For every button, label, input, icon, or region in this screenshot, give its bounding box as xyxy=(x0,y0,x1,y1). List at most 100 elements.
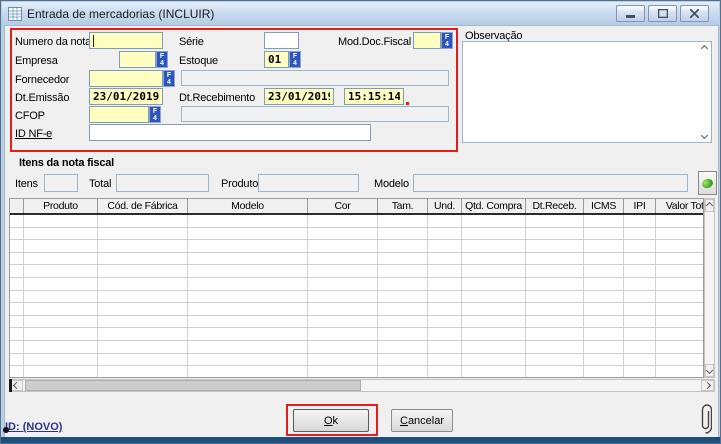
itens-count-field xyxy=(44,174,78,192)
paperclip-icon[interactable] xyxy=(699,403,712,435)
grid-cell xyxy=(584,228,624,240)
grid-row[interactable] xyxy=(10,341,704,354)
observacao-textarea[interactable] xyxy=(462,41,712,143)
grid-cell xyxy=(378,366,428,378)
grid-row[interactable] xyxy=(10,228,704,241)
grid-row[interactable] xyxy=(10,253,704,266)
estoque-input[interactable] xyxy=(264,51,289,68)
id-nfe-label[interactable]: ID NF-e xyxy=(15,128,52,140)
cfop-input[interactable] xyxy=(89,106,149,123)
grid-cell xyxy=(188,278,308,290)
estoque-f4-lookup-button[interactable]: F4 xyxy=(289,51,301,68)
grid-cell xyxy=(378,265,428,277)
grid-cell xyxy=(462,303,526,315)
grid-row[interactable] xyxy=(10,240,704,253)
grid-row[interactable] xyxy=(10,328,704,341)
titlebar[interactable]: Entrada de mercadorias (INCLUIR) xyxy=(2,2,719,25)
grid-cell xyxy=(624,303,656,315)
grid-cell xyxy=(10,303,24,315)
scroll-up-icon[interactable] xyxy=(701,45,708,52)
grid-cell xyxy=(10,253,24,265)
grid-cell xyxy=(10,291,24,303)
close-button[interactable] xyxy=(680,5,709,22)
red-dot-artifact xyxy=(406,102,409,105)
grid-row[interactable] xyxy=(10,265,704,278)
cfop-f4-lookup-button[interactable]: F4 xyxy=(149,106,161,123)
chevron-down-icon xyxy=(706,367,713,374)
grid-cell xyxy=(188,253,308,265)
empresa-input[interactable] xyxy=(119,51,156,68)
fornecedor-input[interactable] xyxy=(89,70,163,87)
grid-row[interactable] xyxy=(10,291,704,304)
grid-header-cell: ICMS xyxy=(584,199,624,213)
grid-cell xyxy=(462,265,526,277)
dt-emissao-label: Dt.Emissão xyxy=(15,92,69,104)
minimize-icon xyxy=(626,9,635,18)
grid-cell xyxy=(188,316,308,328)
grid-cell xyxy=(526,366,584,378)
search-product-button[interactable] xyxy=(698,171,717,195)
numero-da-nota-input[interactable] xyxy=(89,32,163,49)
dt-emissao-input[interactable] xyxy=(89,88,163,105)
grid-cell xyxy=(428,240,462,252)
grid-cell xyxy=(624,291,656,303)
grid-cell xyxy=(98,328,188,340)
observacao-scrollbar[interactable] xyxy=(698,43,711,141)
grid-cell xyxy=(24,316,98,328)
ok-button[interactable]: Ok xyxy=(293,409,369,432)
mod-doc-fiscal-f4-lookup-button[interactable]: F4 xyxy=(441,32,453,49)
grid-row[interactable] xyxy=(10,215,704,228)
grid-cell xyxy=(526,354,584,366)
dt-recebimento-date-input[interactable] xyxy=(264,88,334,105)
grid-header: ProdutoCód. de FábricaModeloCorTam.Und.Q… xyxy=(10,199,704,215)
total-label: Total xyxy=(89,178,111,190)
empresa-f4-lookup-button[interactable]: F4 xyxy=(156,51,168,68)
grid-cell xyxy=(24,366,98,378)
grid-cell xyxy=(98,240,188,252)
minimize-button[interactable] xyxy=(616,5,645,22)
mod-doc-fiscal-input[interactable] xyxy=(413,32,441,49)
grid-scroll-down-button[interactable] xyxy=(705,364,714,377)
entrada-mercadorias-window: Entrada de mercadorias (INCLUIR) Numero … xyxy=(0,0,721,444)
id-novo-link[interactable]: ID: (NOVO) xyxy=(5,421,62,433)
grid-cell xyxy=(188,354,308,366)
itens-grid[interactable]: ProdutoCód. de FábricaModeloCorTam.Und.Q… xyxy=(9,198,704,378)
grid-row[interactable] xyxy=(10,366,704,378)
grid-row[interactable] xyxy=(10,303,704,316)
grid-cell xyxy=(24,303,98,315)
cancelar-button[interactable]: Cancelar xyxy=(391,409,453,432)
grid-cell xyxy=(462,354,526,366)
serie-input[interactable] xyxy=(264,32,299,49)
app-icon xyxy=(8,7,22,21)
itens-section-title: Itens da nota fiscal xyxy=(19,157,114,169)
grid-horizontal-scroll-thumb[interactable] xyxy=(25,380,361,391)
scroll-down-icon[interactable] xyxy=(701,132,708,139)
grid-cell xyxy=(98,316,188,328)
dt-recebimento-time-input[interactable] xyxy=(344,88,404,105)
grid-cell xyxy=(526,291,584,303)
grid-cell xyxy=(526,328,584,340)
grid-vertical-scrollbar[interactable] xyxy=(704,198,715,378)
grid-cell xyxy=(656,354,704,366)
grid-cell xyxy=(428,303,462,315)
grid-cell xyxy=(24,228,98,240)
grid-header-cell: Valor Total xyxy=(656,199,704,213)
grid-row[interactable] xyxy=(10,354,704,367)
grid-row[interactable] xyxy=(10,278,704,291)
grid-cell xyxy=(462,278,526,290)
maximize-button[interactable] xyxy=(648,5,677,22)
grid-horizontal-scrollbar[interactable] xyxy=(9,379,715,392)
grid-cell xyxy=(526,228,584,240)
grid-scroll-up-button[interactable] xyxy=(705,199,714,212)
grid-cell xyxy=(624,240,656,252)
grid-cell xyxy=(188,303,308,315)
grid-row[interactable] xyxy=(10,316,704,329)
grid-cell xyxy=(188,291,308,303)
grid-scroll-right-button[interactable] xyxy=(701,380,714,391)
grid-cell xyxy=(378,215,428,227)
grid-cell xyxy=(428,354,462,366)
id-nfe-input[interactable] xyxy=(89,124,371,141)
grid-cell xyxy=(188,265,308,277)
cfop-label: CFOP xyxy=(15,110,45,122)
fornecedor-f4-lookup-button[interactable]: F4 xyxy=(163,70,175,87)
